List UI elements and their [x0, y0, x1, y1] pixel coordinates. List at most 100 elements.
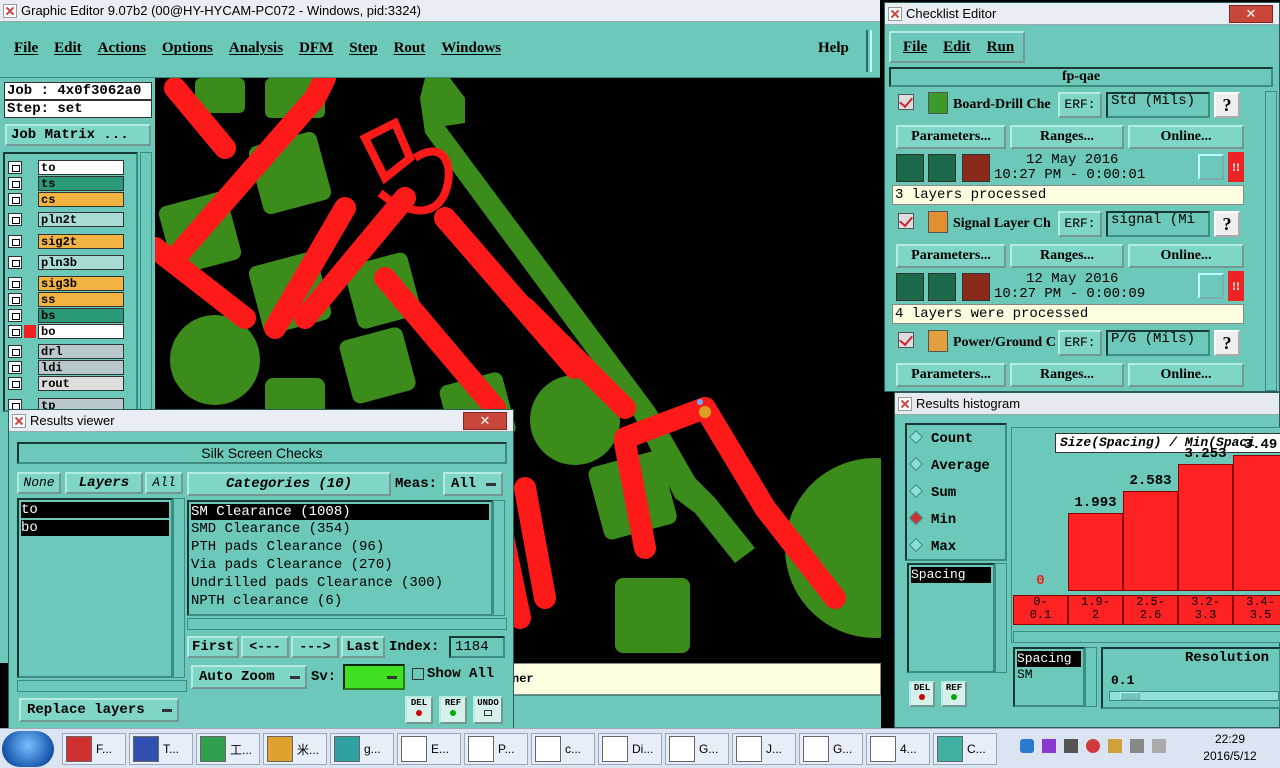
layer-row[interactable]: ss: [8, 292, 124, 307]
layer-row[interactable]: sig2t: [8, 234, 124, 249]
parameters-button[interactable]: Parameters...: [896, 363, 1006, 387]
show-all-checkbox[interactable]: [412, 668, 424, 680]
ranges-button[interactable]: Ranges...: [1010, 244, 1124, 268]
ref-button[interactable]: REF: [439, 696, 467, 724]
network-icon[interactable]: [1020, 739, 1034, 753]
online-button[interactable]: Online...: [1128, 363, 1244, 387]
category-item[interactable]: SM Clearance (1008): [191, 504, 489, 520]
taskbar-item[interactable]: E...: [397, 733, 461, 765]
online-button[interactable]: Online...: [1128, 244, 1244, 268]
layer-row[interactable]: ts: [8, 176, 124, 191]
replace-layers-select[interactable]: Replace layers: [19, 698, 179, 722]
results-viewer-titlebar[interactable]: Results viewer ✕: [9, 410, 513, 432]
auto-zoom-select[interactable]: Auto Zoom: [191, 665, 307, 689]
taskbar-item[interactable]: 工...: [196, 733, 260, 765]
taskbar-item[interactable]: g...: [330, 733, 394, 765]
list-item[interactable]: bo: [21, 520, 169, 536]
layer-row[interactable]: cs: [8, 192, 124, 207]
histogram-titlebar[interactable]: Results histogram: [895, 393, 1279, 415]
slider-thumb[interactable]: [1120, 692, 1140, 700]
job-matrix-button[interactable]: Job Matrix ...: [5, 124, 151, 146]
undo-button[interactable]: UNDO: [473, 696, 503, 724]
layer-checkbox[interactable]: [8, 161, 22, 174]
erf-value[interactable]: Std (Mils): [1106, 92, 1210, 118]
run-icon[interactable]: [962, 273, 990, 301]
histogram-hscroll[interactable]: [1013, 631, 1280, 643]
taskbar-item[interactable]: F...: [62, 733, 126, 765]
none-button[interactable]: None: [17, 472, 61, 494]
all-layers-button[interactable]: All: [145, 472, 183, 494]
meas-select[interactable]: All: [443, 472, 503, 496]
erf-value[interactable]: signal (Mi: [1106, 211, 1210, 237]
layer-checkbox[interactable]: [8, 256, 22, 269]
last-button[interactable]: Last: [341, 636, 385, 658]
menu-dfm[interactable]: DFM: [299, 40, 333, 57]
clock[interactable]: 22:29 2016/5/12: [1188, 731, 1272, 767]
layer-list-scrollbar[interactable]: [140, 152, 152, 412]
field-list-scrollbar[interactable]: [995, 563, 1007, 673]
mode-average[interactable]: Average: [908, 456, 990, 474]
ranges-button[interactable]: Ranges...: [1010, 125, 1124, 149]
menu-step[interactable]: Step: [349, 40, 377, 57]
taskbar-item[interactable]: G...: [665, 733, 729, 765]
run-icon[interactable]: [928, 154, 956, 182]
layer-results-hscroll[interactable]: [17, 680, 187, 692]
spacing-sub[interactable]: SM: [1017, 667, 1081, 683]
tray-app-icon[interactable]: [1042, 739, 1056, 753]
menu-analysis[interactable]: Analysis: [229, 40, 283, 57]
mode-max[interactable]: Max: [908, 537, 956, 555]
help-button[interactable]: ?: [1214, 330, 1240, 356]
first-button[interactable]: First: [187, 636, 239, 658]
list-item[interactable]: to: [21, 502, 169, 518]
category-item[interactable]: Undrilled pads Clearance (300): [191, 574, 489, 592]
histogram-del-button[interactable]: DEL: [909, 681, 935, 707]
category-item[interactable]: NPTH clearance (6): [191, 592, 489, 610]
close-icon[interactable]: ✕: [1229, 5, 1273, 23]
taskbar-item[interactable]: G...: [799, 733, 863, 765]
layer-row[interactable]: ldi: [8, 360, 124, 375]
menu-windows[interactable]: Windows: [441, 40, 501, 57]
category-item[interactable]: Via pads Clearance (270): [191, 556, 489, 574]
run-icon[interactable]: [962, 154, 990, 182]
check-enabled-checkbox[interactable]: [898, 332, 914, 348]
taskbar-item[interactable]: C...: [933, 733, 997, 765]
network-status-icon[interactable]: [1152, 739, 1166, 753]
layer-row[interactable]: bs: [8, 308, 124, 323]
category-item[interactable]: SMD Clearance (354): [191, 520, 489, 538]
spacing-selected[interactable]: Spacing: [1017, 651, 1081, 667]
menu-rout[interactable]: Rout: [394, 40, 426, 57]
check-enabled-checkbox[interactable]: [898, 213, 914, 229]
menu-actions[interactable]: Actions: [98, 40, 146, 57]
categories-scrollbar[interactable]: [493, 500, 505, 616]
layer-row[interactable]: bo: [8, 324, 124, 339]
taskbar-item[interactable]: J...: [732, 733, 796, 765]
help-button[interactable]: ?: [1214, 211, 1240, 237]
layer-checkbox[interactable]: [8, 361, 22, 374]
start-button[interactable]: [2, 731, 54, 767]
spacing-scrollbar[interactable]: [1085, 647, 1097, 707]
menu-file[interactable]: File: [14, 40, 38, 57]
layer-checkbox[interactable]: [8, 293, 22, 306]
tray-app-icon[interactable]: [1086, 739, 1100, 753]
checklist-scrollbar[interactable]: [1265, 91, 1277, 391]
checklist-titlebar[interactable]: Checklist Editor ✕: [885, 3, 1279, 25]
speaker-icon[interactable]: [1130, 739, 1144, 753]
zoom-icon[interactable]: [1198, 273, 1224, 299]
taskbar-item[interactable]: T...: [129, 733, 193, 765]
ranges-button[interactable]: Ranges...: [1010, 363, 1124, 387]
layer-row[interactable]: pln3b: [8, 255, 124, 270]
online-button[interactable]: Online...: [1128, 125, 1244, 149]
layer-results-scrollbar[interactable]: [173, 498, 185, 678]
layer-checkbox[interactable]: [8, 377, 22, 390]
layer-checkbox[interactable]: [8, 235, 22, 248]
menu-edit[interactable]: Edit: [54, 40, 82, 57]
layer-checkbox[interactable]: [8, 345, 22, 358]
tray-app-icon[interactable]: [1064, 739, 1078, 753]
checklist-menu-run[interactable]: Run: [987, 39, 1015, 56]
histogram-bar[interactable]: [1068, 513, 1123, 591]
layer-checkbox[interactable]: [8, 213, 22, 226]
taskbar-item[interactable]: P...: [464, 733, 528, 765]
layer-checkbox[interactable]: [8, 309, 22, 322]
next-button[interactable]: --->: [291, 636, 339, 658]
layer-checkbox[interactable]: [8, 277, 22, 290]
